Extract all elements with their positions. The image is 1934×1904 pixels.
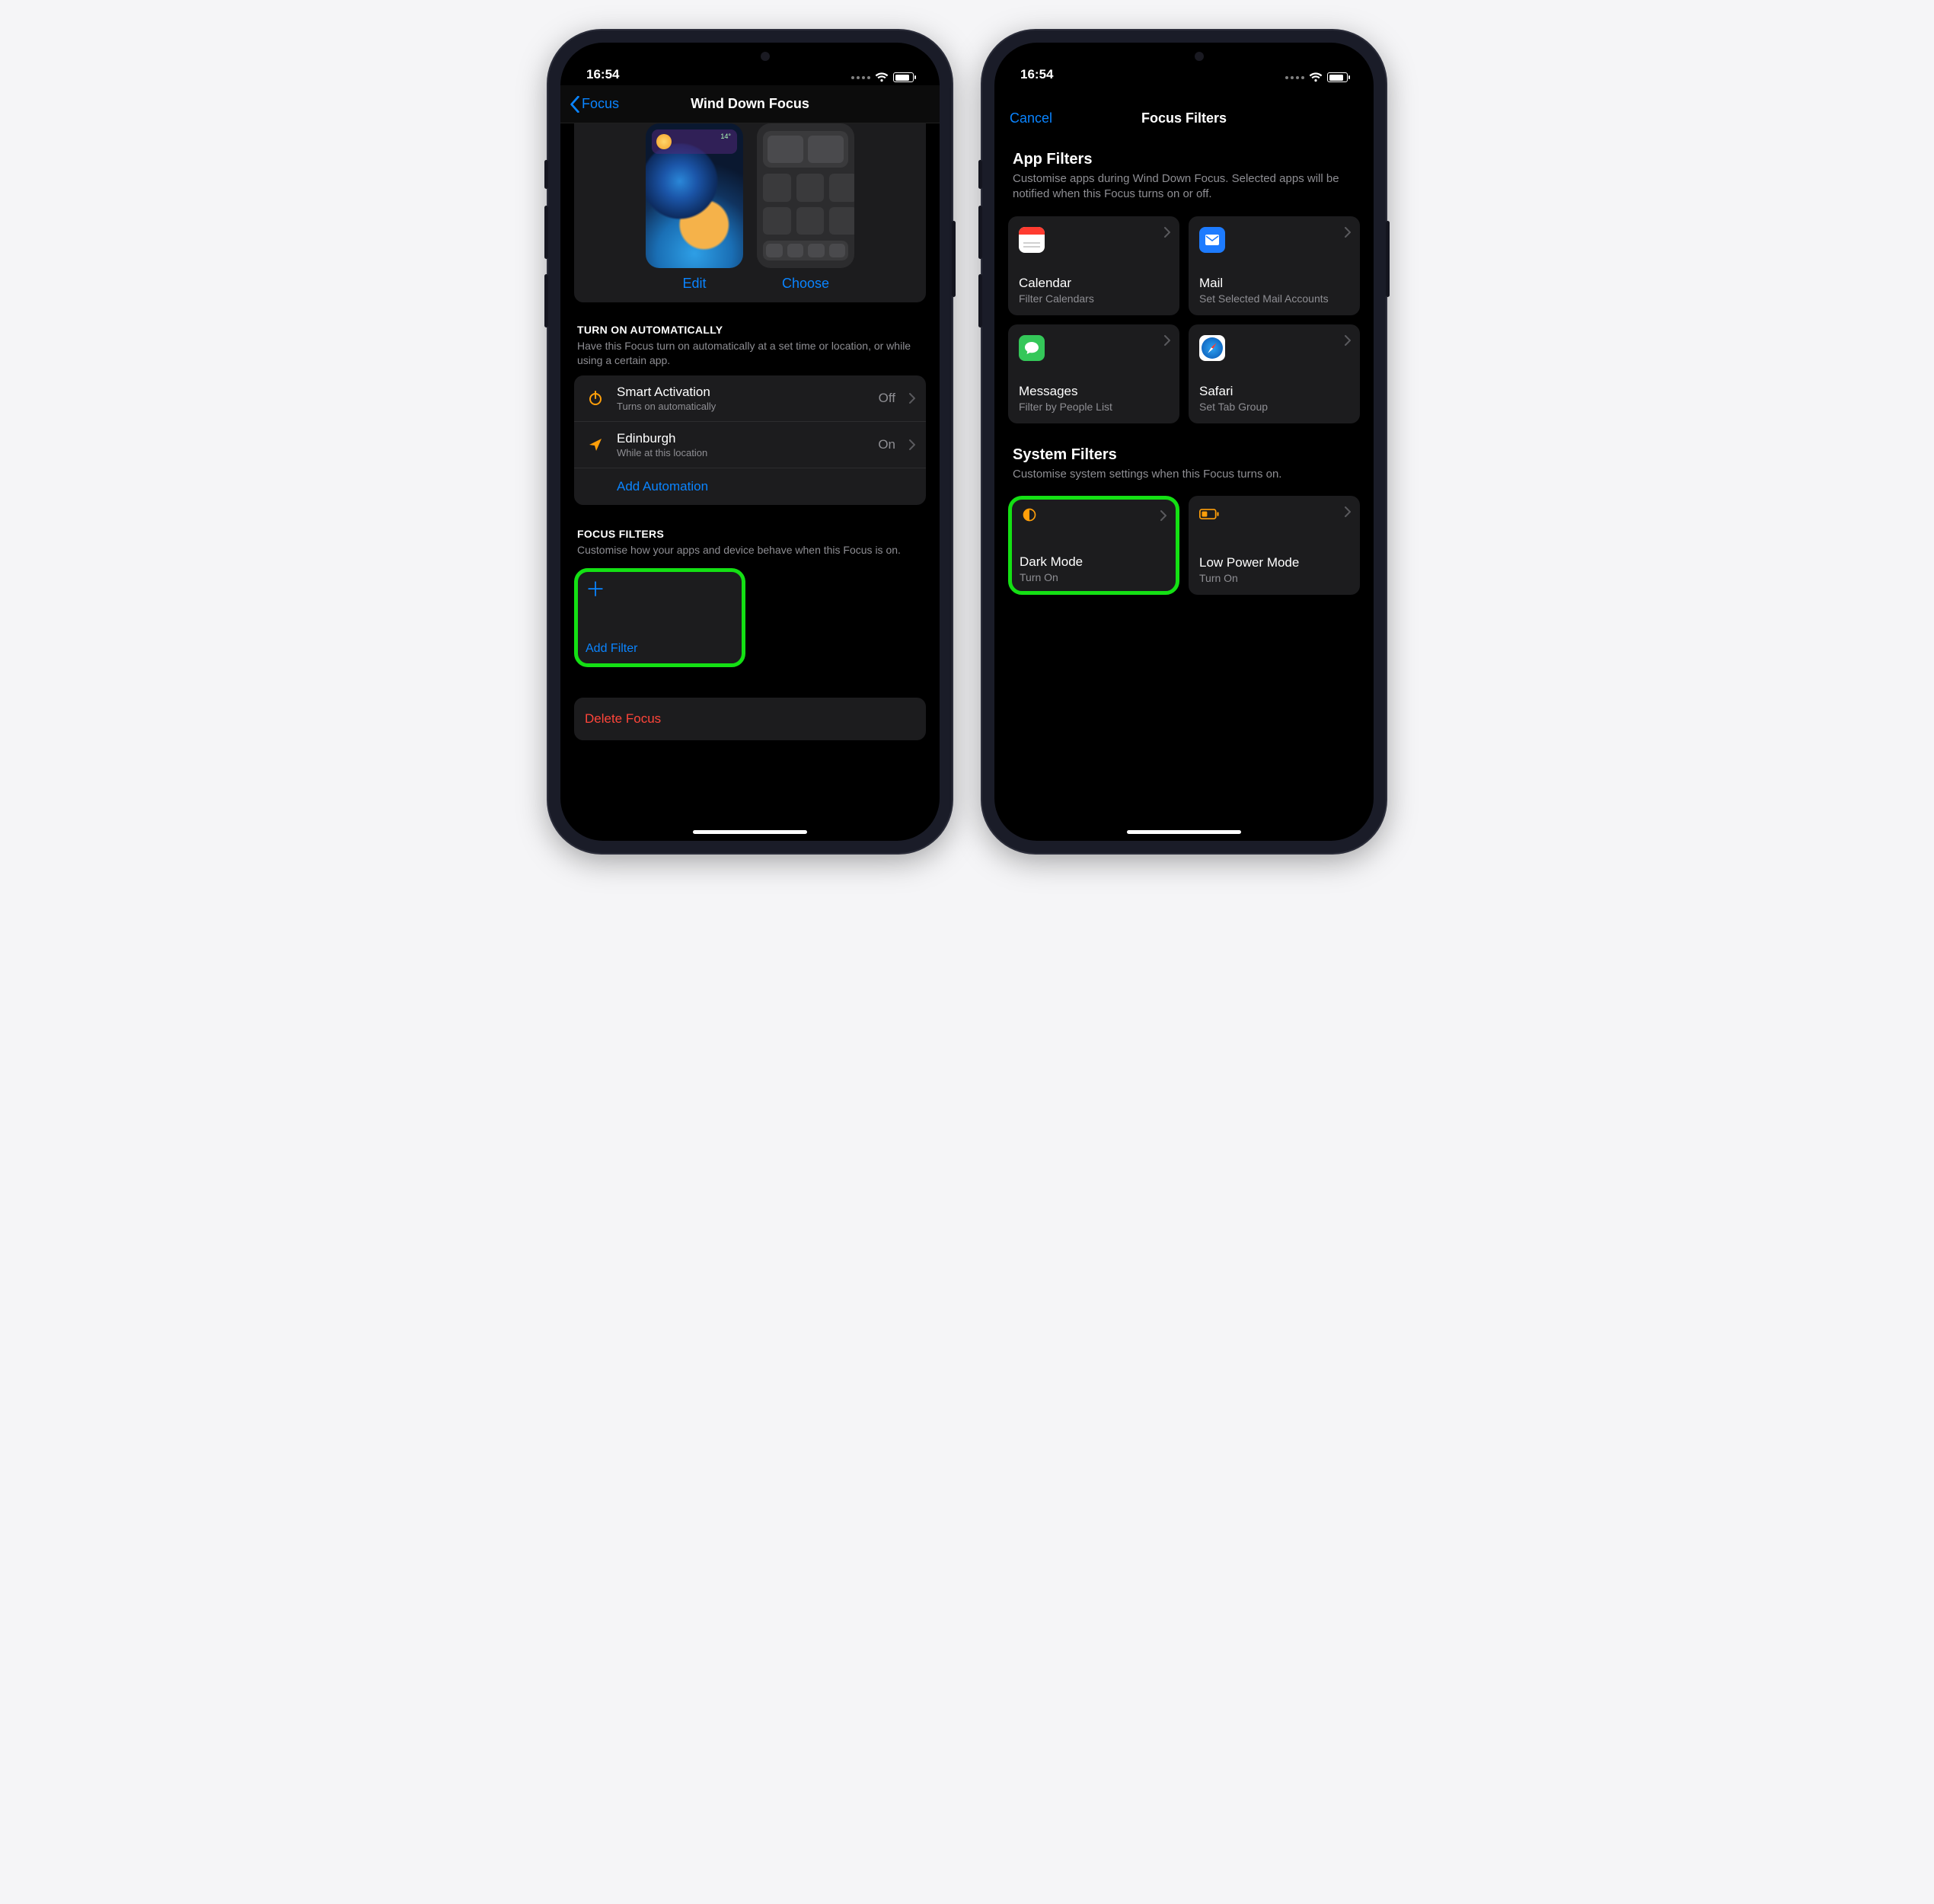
auto-heading: TURN ON AUTOMATICALLY xyxy=(574,324,926,339)
page-dots-icon xyxy=(1285,76,1304,79)
chevron-right-icon xyxy=(1345,227,1351,241)
chevron-right-icon xyxy=(909,439,915,450)
location-arrow-icon xyxy=(585,437,606,452)
messages-icon xyxy=(1019,335,1045,361)
safari-filter-tile[interactable]: Safari Set Tab Group xyxy=(1189,324,1360,423)
status-time: 16:54 xyxy=(586,67,619,82)
edit-screen-button[interactable]: Edit xyxy=(646,276,743,292)
home-indicator[interactable] xyxy=(1127,830,1241,834)
status-time: 16:54 xyxy=(1020,67,1053,82)
chevron-right-icon xyxy=(1345,335,1351,350)
calendar-icon xyxy=(1019,227,1045,253)
low-power-icon xyxy=(1199,506,1349,522)
system-filters-heading: System Filters xyxy=(1008,446,1360,467)
chevron-right-icon xyxy=(1345,506,1351,521)
system-filters-section: System Filters Customise system settings… xyxy=(1008,446,1360,595)
page-dots-icon xyxy=(851,76,870,79)
app-filters-section: App Filters Customise apps during Wind D… xyxy=(1008,151,1360,423)
nav-bar: Focus Wind Down Focus xyxy=(560,85,940,123)
dark-mode-filter-tile[interactable]: Dark Mode Turn On xyxy=(1008,496,1179,595)
cancel-button[interactable]: Cancel xyxy=(1010,110,1052,126)
automation-card: Smart Activation Turns on automatically … xyxy=(574,375,926,505)
add-filter-tile[interactable]: ＋ Add Filter xyxy=(574,568,745,667)
battery-icon xyxy=(1327,72,1348,82)
smart-activation-row[interactable]: Smart Activation Turns on automatically … xyxy=(574,375,926,422)
chevron-right-icon xyxy=(1164,227,1170,241)
chevron-left-icon xyxy=(570,96,580,113)
lock-screen-preview[interactable]: 14° xyxy=(646,123,743,268)
back-button[interactable]: Focus xyxy=(570,96,619,113)
calendar-filter-tile[interactable]: Calendar Filter Calendars xyxy=(1008,216,1179,315)
app-filters-desc: Customise apps during Wind Down Focus. S… xyxy=(1008,171,1360,213)
home-screen-preview[interactable] xyxy=(757,123,854,268)
filters-desc: Customise how your apps and device behav… xyxy=(574,543,926,565)
messages-filter-tile[interactable]: Messages Filter by People List xyxy=(1008,324,1179,423)
delete-focus-card: Delete Focus xyxy=(574,698,926,740)
choose-screen-button[interactable]: Choose xyxy=(757,276,854,292)
low-power-mode-filter-tile[interactable]: Low Power Mode Turn On xyxy=(1189,496,1360,595)
chevron-right-icon xyxy=(1160,510,1166,525)
power-icon xyxy=(585,390,606,407)
sheet-header: Cancel Focus Filters xyxy=(994,99,1374,137)
plus-icon: ＋ xyxy=(586,580,734,599)
add-automation-button[interactable]: Add Automation xyxy=(574,468,926,505)
phone-right: 16:54 Cancel Focus Filters App Filters C… xyxy=(982,30,1386,853)
safari-icon xyxy=(1199,335,1225,361)
system-filters-desc: Customise system settings when this Focu… xyxy=(1008,467,1360,493)
back-label: Focus xyxy=(582,96,619,112)
notch xyxy=(678,43,822,70)
wifi-icon xyxy=(1309,72,1323,82)
add-filter-label: Add Filter xyxy=(586,642,734,656)
sheet-title: Focus Filters xyxy=(1141,110,1227,126)
wifi-icon xyxy=(875,72,889,82)
mail-icon xyxy=(1199,227,1225,253)
auto-desc: Have this Focus turn on automatically at… xyxy=(574,339,926,375)
customise-screens-card: 14° Edit Choose xyxy=(574,123,926,302)
home-indicator[interactable] xyxy=(693,830,807,834)
battery-icon xyxy=(893,72,914,82)
location-automation-row[interactable]: Edinburgh While at this location On xyxy=(574,422,926,468)
page-title: Wind Down Focus xyxy=(691,96,809,112)
notch xyxy=(1112,43,1256,70)
chevron-right-icon xyxy=(1164,335,1170,350)
delete-focus-button[interactable]: Delete Focus xyxy=(574,698,926,740)
chevron-right-icon xyxy=(909,393,915,404)
app-filters-heading: App Filters xyxy=(1008,151,1360,171)
filters-heading: FOCUS FILTERS xyxy=(574,528,926,543)
mail-filter-tile[interactable]: Mail Set Selected Mail Accounts xyxy=(1189,216,1360,315)
phone-left: 16:54 Focus Wind Down Focus 14° xyxy=(548,30,952,853)
dark-mode-icon xyxy=(1020,507,1168,522)
